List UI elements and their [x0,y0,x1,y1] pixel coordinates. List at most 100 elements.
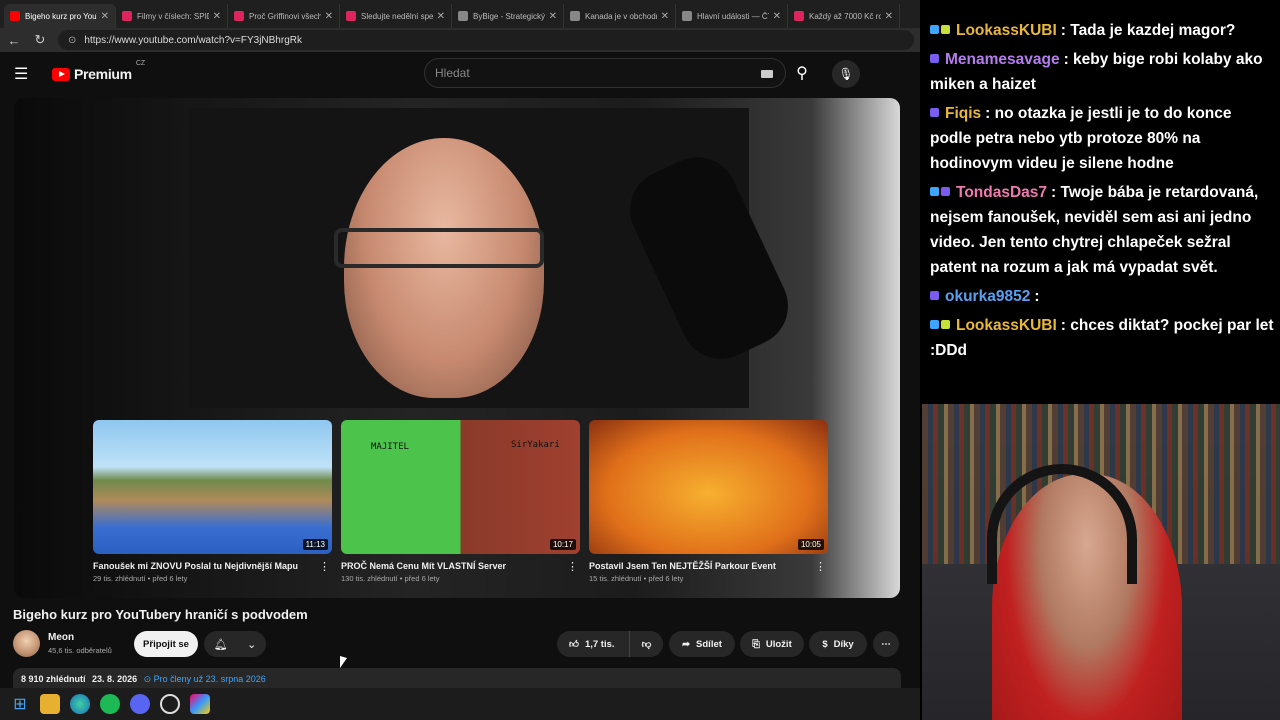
tab-title: ByBige - Strategický [473,11,545,21]
channel-name[interactable]: Meon [48,632,74,643]
copilot-icon[interactable] [190,694,210,714]
url-text: https://www.youtube.com/watch?v=FY3jNBhr… [84,34,302,46]
close-icon[interactable]: ✕ [773,11,781,22]
youtube-play-icon [52,67,70,81]
tab-favicon-icon [10,11,20,21]
browser-tab[interactable]: Proč Griffinovi všechno ✕ [228,4,340,28]
youtube-logo[interactable]: Premium CZ [52,60,145,82]
close-icon[interactable]: ✕ [437,11,445,22]
presenter-glasses [334,228,544,268]
chat-badge-icon [941,25,950,34]
end-card[interactable]: MAJITEL SirYakari 10:17 PROČ Nemá Cenu M… [341,420,580,583]
search-placeholder: Hledat [435,66,470,80]
more-options-icon[interactable]: ⋮ [319,560,330,573]
chat-username[interactable]: Fiqis [945,105,981,122]
close-icon[interactable]: ✕ [885,11,893,22]
tab-bar: Bigeho kurz pro YouTubery✕Filmy v číslec… [0,0,920,28]
tab-title: Hlavní události — ČT [697,11,769,21]
streamer-webcam [922,404,1280,720]
end-card-title[interactable]: Postavil Jsem Ten NEJTĚŽŠÍ Parkour Event [589,560,776,572]
tab-title: Filmy v číslech: SPIDER [137,11,209,21]
chat-username[interactable]: LookassKUBI [956,317,1057,334]
browser-tab[interactable]: Kanada je v obchodní ✕ [564,4,676,28]
close-icon[interactable]: ✕ [213,11,221,22]
browser-tab[interactable]: Sledujte nedělní speciál ✕ [340,4,452,28]
obs-icon[interactable] [160,694,180,714]
duration-badge: 10:17 [549,539,576,550]
tab-favicon-icon [570,11,580,21]
channel-row: Meon 45,6 tis. odběratelů Připojit se 🔔︎… [13,630,901,660]
chat-badge-icon [930,320,939,329]
subscriber-count: 45,6 tis. odběratelů [48,646,112,655]
end-card-meta: 29 tis. zhlédnutí • před 6 lety [93,574,188,583]
close-icon[interactable]: ✕ [549,11,557,22]
end-card-meta: 130 tis. zhlédnutí • před 6 lety [341,574,440,583]
end-screen-cards: 11:13 Fanoušek mi ZNOVU Poslal tu Nejdiv… [93,420,828,583]
channel-avatar[interactable] [13,630,40,657]
tab-title: Sledujte nedělní speciál [361,11,433,21]
notifications-button[interactable]: 🔔︎ ⌄ [204,631,266,657]
chat-message: Menamesavage: keby bige robi kolaby ako … [930,47,1274,97]
save-label: Uložit [765,638,792,650]
search-input[interactable]: Hledat [424,58,786,88]
video-player[interactable]: 11:13 Fanoušek mi ZNOVU Poslal tu Nejdiv… [14,98,900,598]
more-options-icon[interactable]: ⋮ [567,560,578,573]
end-card-title[interactable]: PROČ Nemá Cenu Mít VLASTNÍ Server [341,560,506,572]
tab-favicon-icon [794,11,804,21]
mouse-cursor [340,656,347,668]
spotify-icon[interactable] [100,694,120,714]
chat-message: TondasDas7: Twoje bába je retardovaná, n… [930,180,1274,280]
close-icon[interactable]: ✕ [661,11,669,22]
edge-browser-icon[interactable] [70,694,90,714]
share-label: Sdílet [696,638,722,650]
tab-title: Každý až 7000 Kč ročně [809,11,881,21]
end-card[interactable]: 10:05 Postavil Jsem Ten NEJTĚŽŠÍ Parkour… [589,420,828,583]
keyboard-icon[interactable] [761,70,773,78]
thumbnail-label: SirYakari [511,440,560,450]
back-icon[interactable]: ← [6,33,22,48]
end-card-thumbnail[interactable]: 11:13 [93,420,332,554]
chat-message: Fiqis: no otazka je jestli je to do konc… [930,101,1274,176]
browser-tab[interactable]: ByBige - Strategický ✕ [452,4,564,28]
description-box[interactable]: 8 910 zhlédnutí 23. 8. 2026 ⊙ Pro členy … [13,668,901,688]
close-icon[interactable]: ✕ [325,11,333,22]
chat-username[interactable]: Menamesavage [945,51,1060,68]
taskbar: ⊞ [0,688,920,720]
search-icon: ⚲ [796,65,808,82]
chat-username[interactable]: TondasDas7 [956,184,1047,201]
end-card[interactable]: 11:13 Fanoušek mi ZNOVU Poslal tu Nejdiv… [93,420,332,583]
join-button[interactable]: Připojit se [134,631,198,657]
reload-icon[interactable]: ↻ [32,32,48,48]
brand-name: Premium [74,66,132,82]
end-card-thumbnail[interactable]: MAJITEL SirYakari 10:17 [341,420,580,554]
share-button[interactable]: ➦ Sdílet [669,631,735,657]
url-field[interactable]: ⊙ https://www.youtube.com/watch?v=FY3jNB… [58,30,914,50]
chat-text: : Tada je kazdej magor? [1060,22,1236,39]
thanks-button[interactable]: $ Díky [809,631,867,657]
browser-tab[interactable]: Každý až 7000 Kč ročně ✕ [788,4,900,28]
tab-favicon-icon [458,11,468,21]
end-card-title[interactable]: Fanoušek mi ZNOVU Poslal tu Nejdivnější … [93,560,298,572]
discord-icon[interactable] [130,694,150,714]
browser-tab[interactable]: Filmy v číslech: SPIDER ✕ [116,4,228,28]
chat-username[interactable]: okurka9852 [945,288,1030,305]
search-button[interactable]: ⚲ [786,58,818,88]
more-actions-button[interactable]: ⋯ [873,631,899,657]
chat-username[interactable]: LookassKUBI [956,22,1057,39]
end-card-thumbnail[interactable]: 10:05 [589,420,828,554]
dislike-button[interactable]: 👎︎ [629,631,663,657]
voice-search-button[interactable]: 🎙 [832,60,860,88]
close-icon[interactable]: ✕ [101,11,109,22]
browser-tab[interactable]: Bigeho kurz pro YouTubery ✕ [4,4,116,28]
site-info-icon[interactable]: ⊙ [68,35,76,46]
members-note[interactable]: ⊙ Pro členy už 23. srpna 2026 [144,674,266,684]
windows-start-icon[interactable]: ⊞ [10,694,30,714]
file-explorer-icon[interactable] [40,694,60,714]
tab-favicon-icon [234,11,244,21]
tab-title: Proč Griffinovi všechno [249,11,321,21]
chat-message: LookassKUBI: chces diktat? pockej par le… [930,313,1274,363]
browser-tab[interactable]: Hlavní události — ČT ✕ [676,4,788,28]
save-button[interactable]: ⎘ Uložit [740,631,804,657]
menu-icon[interactable]: ☰ [14,64,40,84]
more-options-icon[interactable]: ⋮ [815,560,826,573]
